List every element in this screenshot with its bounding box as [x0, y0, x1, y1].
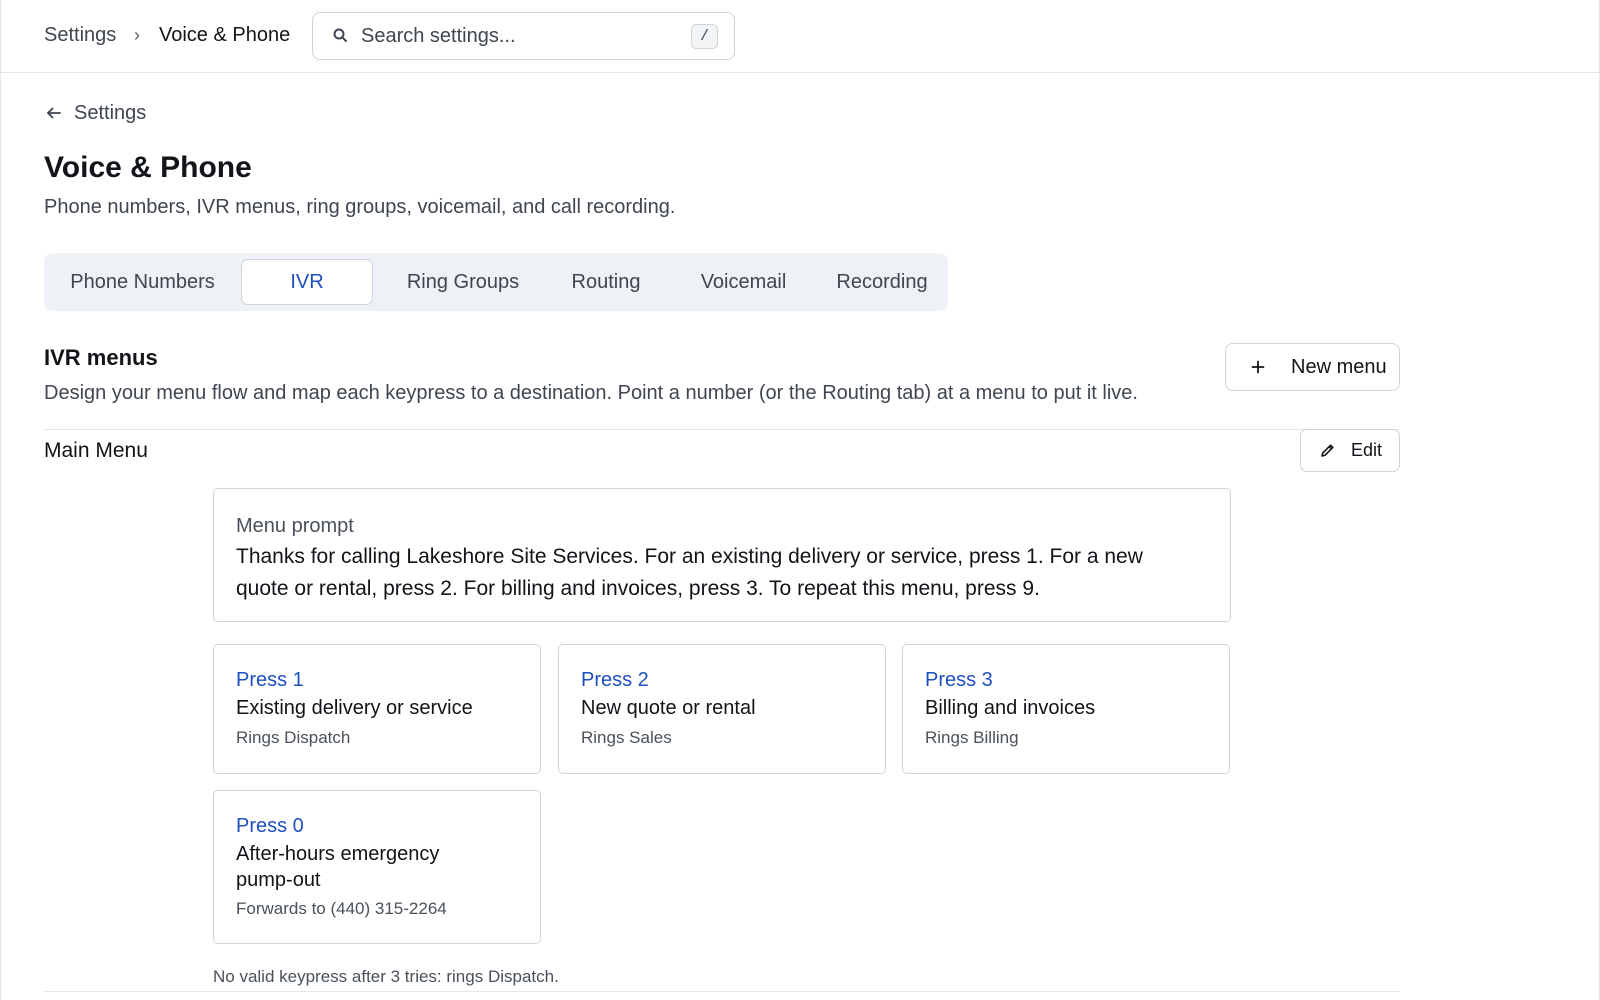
keypress-card-3[interactable]: Press 3 Billing and invoices Rings Billi… [902, 644, 1230, 774]
search-shortcut-key: / [691, 24, 718, 49]
keypress-destination: Rings Sales [581, 728, 672, 747]
keypress-description: Existing delivery or service [236, 697, 473, 719]
menu-prompt-card: Menu prompt Thanks for calling Lakeshore… [213, 488, 1231, 622]
tab-phone-numbers[interactable]: Phone Numbers [44, 259, 241, 305]
plus-icon [1251, 360, 1265, 374]
new-menu-button[interactable]: New menu [1225, 343, 1400, 391]
back-link-label: Settings [74, 101, 147, 124]
pencil-icon [1321, 444, 1334, 457]
breadcrumb-settings-link[interactable]: Settings [44, 22, 116, 48]
menu-prompt-label: Menu prompt [236, 515, 354, 537]
top-bar: Settings › Voice & Phone / [0, 0, 1600, 73]
tab-routing[interactable]: Routing [545, 259, 667, 305]
menu-name: Main Menu [44, 439, 148, 462]
fallback-note: No valid keypress after 3 tries: rings D… [213, 967, 559, 986]
keypress-description: After-hours emergency pump-out [236, 843, 440, 891]
tab-ring-groups[interactable]: Ring Groups [381, 259, 545, 305]
keypress-card-0[interactable]: Press 0 After-hours emergency pump-out F… [213, 790, 541, 944]
edit-label: Edit [1351, 440, 1383, 460]
keypress-title: Press 1 [236, 669, 304, 691]
section-description: Design your menu flow and map each keypr… [44, 382, 1138, 404]
tab-recording[interactable]: Recording [820, 259, 944, 305]
keypress-card-2[interactable]: Press 2 New quote or rental Rings Sales [558, 644, 886, 774]
breadcrumb-current: Voice & Phone [159, 24, 291, 46]
search-box[interactable]: / [312, 12, 735, 60]
back-to-settings-link[interactable]: Settings [44, 100, 146, 126]
new-menu-label: New menu [1291, 355, 1387, 378]
keypress-destination: Rings Billing [925, 728, 1019, 747]
bottom-divider [44, 991, 1400, 992]
keypress-description: Billing and invoices [925, 697, 1096, 719]
section-divider [44, 429, 1400, 430]
search-icon [333, 28, 347, 42]
tab-ivr[interactable]: IVR [241, 259, 373, 305]
menu-prompt-text: Thanks for calling Lakeshore Site Servic… [236, 545, 1143, 600]
keypress-title: Press 2 [581, 669, 649, 691]
keypress-destination: Forwards to (440) 315-2264 [236, 899, 447, 918]
search-input[interactable] [361, 23, 661, 49]
edit-menu-button[interactable]: Edit [1300, 429, 1400, 472]
keypress-card-1[interactable]: Press 1 Existing delivery or service Rin… [213, 644, 541, 774]
tab-voicemail[interactable]: Voicemail [667, 259, 820, 305]
arrow-left-icon [47, 107, 61, 119]
keypress-title: Press 0 [236, 815, 304, 837]
page-description: Phone numbers, IVR menus, ring groups, v… [44, 196, 676, 218]
keypress-destination: Rings Dispatch [236, 728, 351, 747]
breadcrumb-chevron-icon: › [134, 25, 140, 45]
keypress-title: Press 3 [925, 669, 993, 691]
keypress-description: New quote or rental [581, 697, 756, 719]
page-title: Voice & Phone [44, 151, 252, 184]
section-title: IVR menus [44, 345, 158, 370]
tab-bar: Phone Numbers IVR Ring Groups Routing Vo… [44, 253, 948, 311]
page-border-left [0, 0, 1, 1000]
